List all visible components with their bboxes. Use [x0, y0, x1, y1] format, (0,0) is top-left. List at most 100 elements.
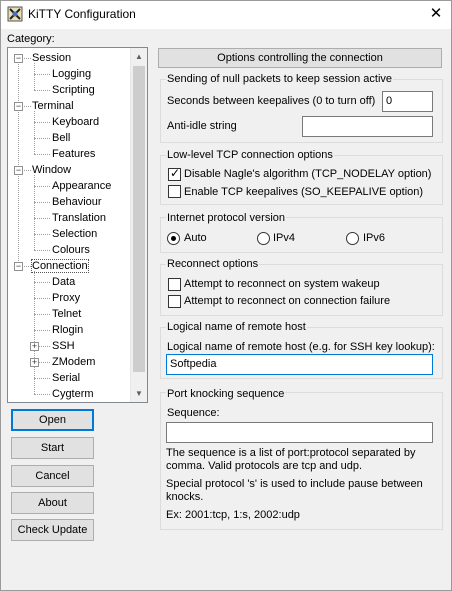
tree-item-label: ZModem	[52, 356, 96, 368]
tree-item-terminal[interactable]: Terminal	[32, 99, 74, 115]
tree-item-appearance[interactable]: Appearance	[52, 179, 111, 195]
keepalive-group-title: Sending of null packets to keep session …	[166, 73, 394, 85]
tree-item-connection[interactable]: Connection	[31, 259, 89, 275]
tree-item-ssh[interactable]: SSH	[52, 339, 75, 355]
tree-item-label: Window	[32, 164, 72, 176]
special-note-line-1: Special protocol 's' is used to include …	[166, 478, 423, 490]
tree-item-label: Rlogin	[52, 324, 84, 336]
reconnect-failure-label: Attempt to reconnect on connection failu…	[184, 295, 391, 307]
logical-name-label: Logical name of remote host (e.g. for SS…	[167, 341, 435, 353]
ip-v4-radio[interactable]	[257, 232, 270, 245]
logical-name-input[interactable]: Softpedia	[166, 354, 433, 375]
tcp-group-title: Low-level TCP connection options	[166, 149, 334, 161]
tree-item-label: Features	[52, 148, 96, 160]
reconnect-failure-checkbox[interactable]	[168, 295, 181, 308]
panel-header: Options controlling the connection	[158, 48, 442, 68]
tree-item-colours[interactable]: Colours	[52, 243, 90, 259]
tree-item-label: Bell	[52, 132, 71, 144]
tree-item-features[interactable]: Features	[52, 147, 95, 163]
tree-item-data[interactable]: Data	[52, 275, 75, 291]
nagle-checkbox[interactable]: ✓	[168, 166, 181, 181]
example-text: Ex: 2001:tcp, 1:s, 2002:udp	[166, 509, 300, 521]
kitty-app-icon	[7, 6, 23, 22]
tree-item-bell[interactable]: Bell	[52, 131, 70, 147]
tree-item-label: Proxy	[52, 292, 81, 304]
sequence-label: Sequence:	[167, 407, 220, 419]
tree-item-label: Selection	[52, 228, 98, 240]
tree-item-zmodem[interactable]: ZModem	[52, 355, 95, 371]
port-knocking-group-title: Port knocking sequence	[166, 388, 286, 400]
tcp-keepalive-label: Enable TCP keepalives (SO_KEEPALIVE opti…	[184, 186, 424, 198]
tree-item-label: Keyboard	[52, 116, 100, 128]
ip-auto-label: Auto	[184, 232, 207, 244]
tree-item-label: Appearance	[52, 180, 112, 192]
scroll-down-icon[interactable]: ▼	[131, 385, 147, 402]
tree-item-keyboard[interactable]: Keyboard	[52, 115, 99, 131]
tree-item-label: Telnet	[52, 308, 82, 320]
collapse-icon[interactable]: −	[14, 166, 23, 175]
ip-auto-radio[interactable]	[167, 232, 180, 245]
special-note-line-2: knocks.	[166, 491, 204, 503]
tree-item-window[interactable]: Window	[32, 163, 71, 179]
tree-item-label: Terminal	[32, 100, 74, 112]
sequence-note-line-1: The sequence is a list of port:protocol …	[166, 447, 416, 459]
collapse-icon[interactable]: −	[14, 262, 23, 271]
ip-v6-radio[interactable]	[346, 232, 359, 245]
tree-item-label: Cygterm	[52, 388, 94, 400]
radio-dot-icon	[171, 236, 176, 241]
check-update-button[interactable]: Check Update	[11, 519, 94, 541]
reconnect-group-title: Reconnect options	[166, 258, 260, 270]
tcp-keepalive-checkbox[interactable]	[168, 185, 181, 198]
window-title: KiTTY Configuration	[28, 7, 136, 21]
tree-item-logging[interactable]: Logging	[52, 67, 91, 83]
tree-item-label: Connection	[31, 259, 89, 273]
cancel-button[interactable]: Cancel	[11, 465, 94, 487]
tree-item-behaviour[interactable]: Behaviour	[52, 195, 102, 211]
logical-name-group-title: Logical name of remote host	[166, 321, 307, 333]
title-bar: KiTTY Configuration ✕	[1, 1, 451, 29]
scroll-up-icon[interactable]: ▲	[131, 48, 147, 65]
tree-item-cygterm[interactable]: Cygterm	[52, 387, 94, 402]
tree-item-scripting[interactable]: Scripting	[52, 83, 95, 99]
tree-item-label: SSH	[52, 340, 75, 352]
tree-item-session[interactable]: Session	[32, 51, 71, 67]
ip-v4-label: IPv4	[273, 232, 296, 244]
reconnect-wakeup-label: Attempt to reconnect on system wakeup	[184, 278, 380, 290]
sequence-input[interactable]	[166, 422, 433, 443]
scroll-thumb[interactable]	[133, 66, 145, 372]
tree-item-telnet[interactable]: Telnet	[52, 307, 81, 323]
tree-scrollbar[interactable]: ▲ ▼	[130, 48, 147, 402]
category-tree[interactable]: ▲ ▼ Session − Logging Scripting Terminal − Key…	[7, 47, 148, 403]
tree-item-rlogin[interactable]: Rlogin	[52, 323, 83, 339]
about-button[interactable]: About	[11, 492, 94, 514]
reconnect-wakeup-checkbox[interactable]	[168, 278, 181, 291]
ip-v6-label: IPv6	[363, 232, 386, 244]
keepalive-seconds-label: Seconds between keepalives (0 to turn of…	[167, 95, 376, 107]
expand-icon[interactable]: +	[30, 342, 39, 351]
tree-item-selection[interactable]: Selection	[52, 227, 97, 243]
close-icon[interactable]: ✕	[421, 1, 451, 29]
antiidle-input[interactable]	[302, 116, 433, 137]
tree-item-translation[interactable]: Translation	[52, 211, 106, 227]
tree-item-label: Scripting	[52, 84, 95, 96]
tree-item-label: Serial	[52, 372, 81, 384]
tree-item-serial[interactable]: Serial	[52, 371, 80, 387]
tree-item-label: Data	[52, 276, 76, 288]
keepalive-seconds-input[interactable]: 0	[382, 91, 433, 112]
collapse-icon[interactable]: −	[14, 54, 23, 63]
tree-item-label: Logging	[52, 68, 92, 80]
nagle-label: Disable Nagle's algorithm (TCP_NODELAY o…	[184, 168, 432, 180]
antiidle-label: Anti-idle string	[167, 120, 237, 132]
reconnect-group	[160, 264, 443, 316]
kitty-config-window: KiTTY Configuration ✕ Category: ▲ ▼ Sess…	[0, 0, 452, 591]
sequence-note-line-2: comma. Valid protocols are tcp and udp.	[166, 460, 363, 472]
checkmark-icon: ✓	[170, 166, 181, 180]
expand-icon[interactable]: +	[30, 358, 39, 367]
collapse-icon[interactable]: −	[14, 102, 23, 111]
tree-item-label: Colours	[52, 244, 90, 256]
category-label: Category:	[7, 33, 55, 45]
start-button[interactable]: Start	[11, 437, 94, 459]
tree-item-proxy[interactable]: Proxy	[52, 291, 80, 307]
open-button[interactable]: Open	[11, 409, 94, 431]
tree-item-label: Behaviour	[52, 196, 102, 208]
